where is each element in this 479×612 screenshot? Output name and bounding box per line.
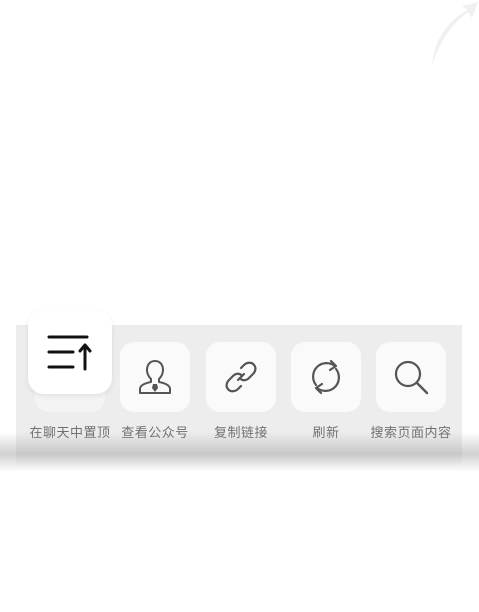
panel-bottom-shadow — [0, 432, 479, 472]
view-official-account-button[interactable] — [120, 342, 190, 412]
screen: 在聊天中置顶 查看公众号 复制链接 刷新 搜索页面内容 — [0, 0, 479, 612]
link-icon — [225, 361, 257, 393]
refresh-button[interactable] — [291, 342, 361, 412]
copy-link-button[interactable] — [206, 342, 276, 412]
swipe-hint-arrow-icon — [432, 2, 478, 66]
pin-to-top-icon — [47, 335, 92, 371]
search-icon — [394, 360, 429, 395]
refresh-icon — [312, 359, 340, 395]
search-page-content-button[interactable] — [376, 342, 446, 412]
official-account-icon — [139, 360, 171, 394]
pin-to-top-button[interactable] — [28, 310, 112, 394]
